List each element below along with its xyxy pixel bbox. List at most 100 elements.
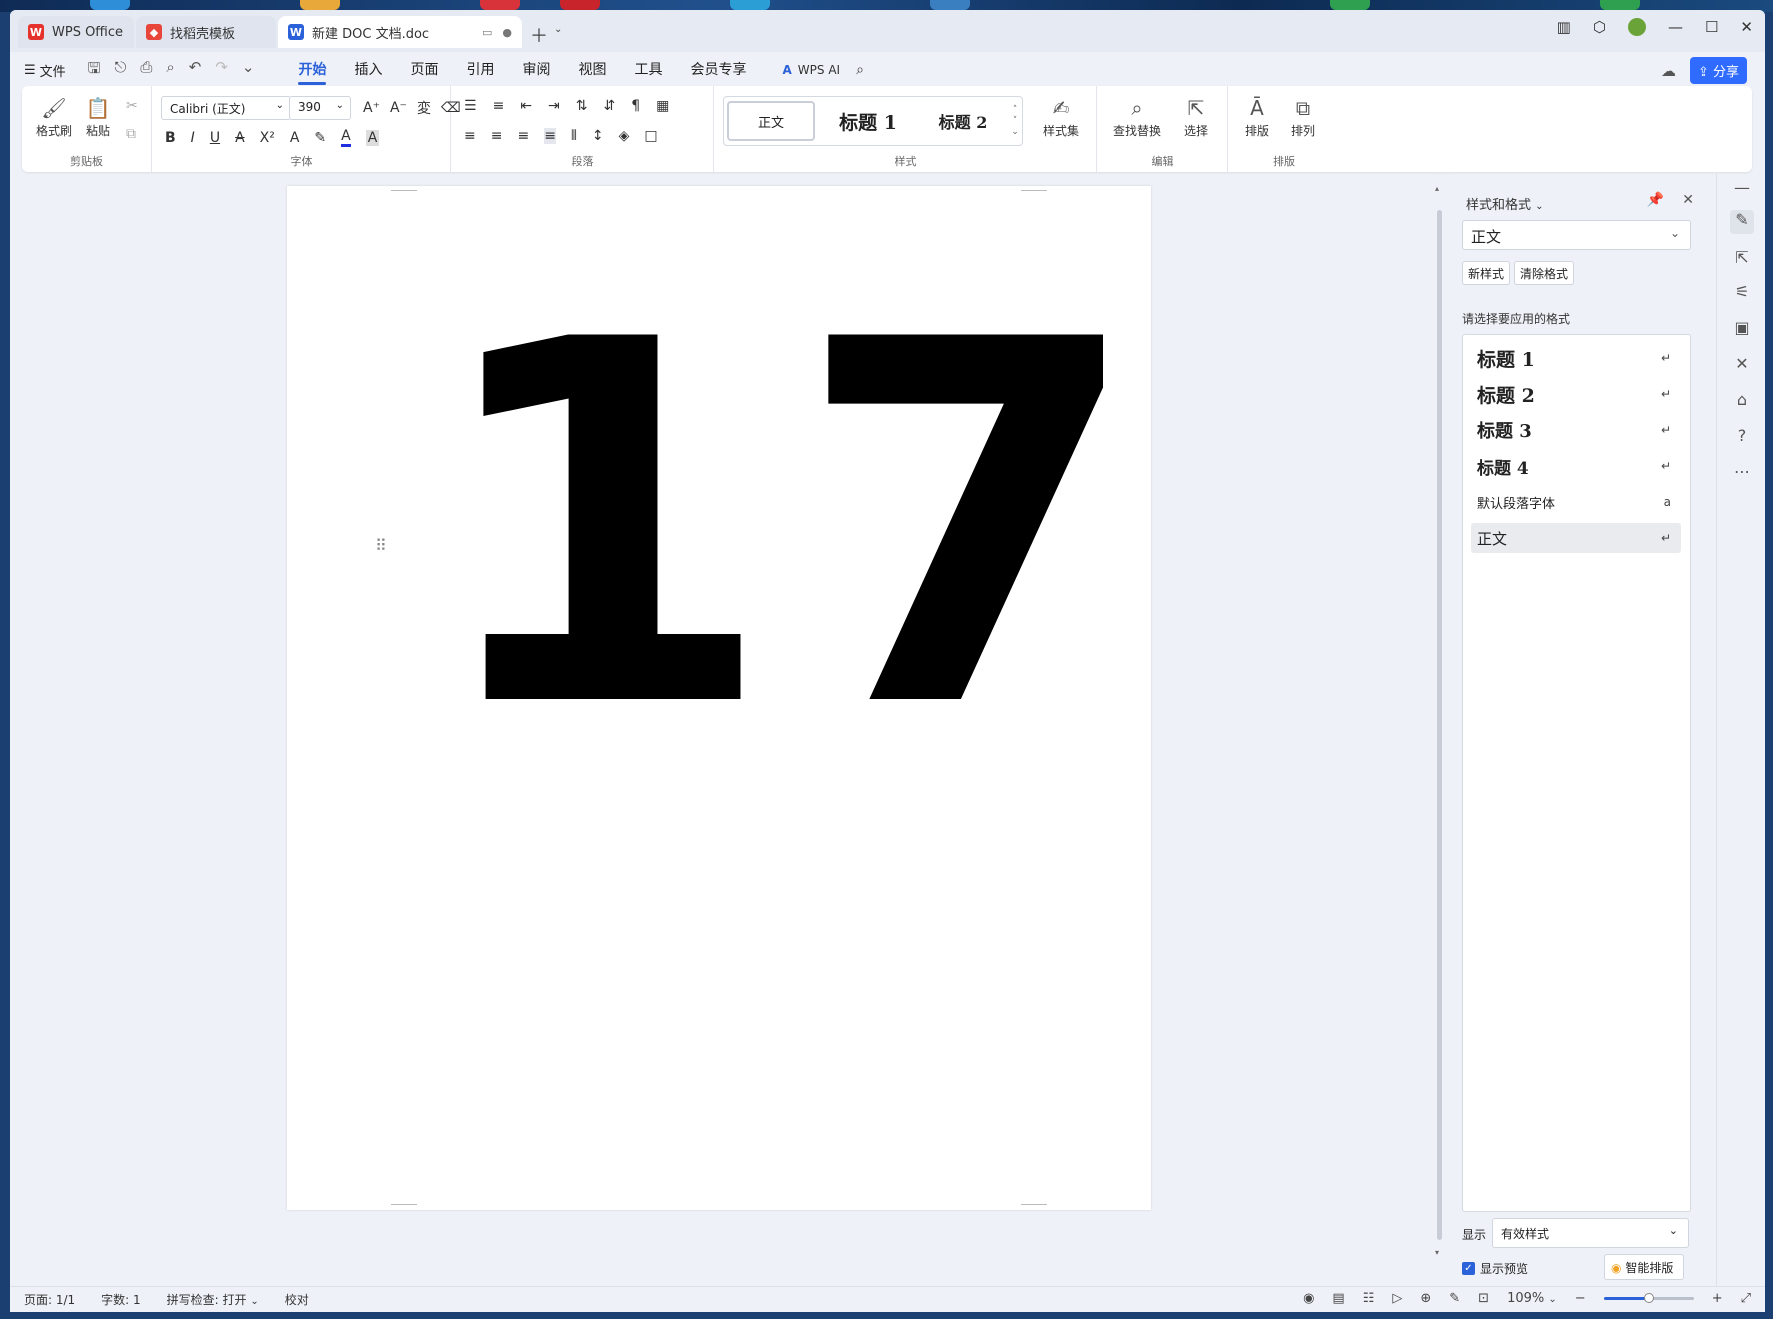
table-borders-icon[interactable]: ▦ [656,98,669,114]
fit-page-icon[interactable]: ⊡ [1478,1291,1489,1306]
undo-icon[interactable]: ↶ [189,58,202,83]
increase-indent-icon[interactable]: ⇥ [548,98,560,114]
panel-title[interactable]: 样式和格式 ⌄ [1466,194,1544,213]
save-icon[interactable]: 🖫 [88,58,101,83]
close-icon[interactable]: ✕ [1740,18,1753,36]
customize-chevron-icon[interactable]: ⌄ [242,58,255,83]
document-page[interactable]: ⠿ 17 [287,186,1151,1210]
help-icon[interactable]: ? [1730,426,1754,450]
clear-format-button[interactable]: 清除格式 [1514,261,1575,285]
bold-icon[interactable]: B [165,130,176,146]
align-left-icon[interactable]: ≡ [464,128,476,144]
new-style-button[interactable]: 新样式 [1462,261,1511,285]
image-icon[interactable]: ▣ [1730,318,1754,342]
web-view-icon[interactable]: ⊕ [1420,1291,1431,1306]
tab-docer[interactable]: ◆ 找稻壳模板 [136,16,276,48]
drag-handle-icon[interactable]: ⠿ [375,536,387,555]
typeset-button[interactable]: Ā 排版 [1237,96,1277,139]
border-icon[interactable]: □ [644,128,657,144]
show-preview-checkbox[interactable]: ✓ 显示预览 [1462,1260,1528,1277]
style-gallery-heading2[interactable]: 标题 2 [918,101,1008,141]
style-gallery-heading1[interactable]: 标题 1 [818,101,918,141]
scroll-track[interactable] [1437,210,1442,1240]
shirt-icon[interactable]: ⌂ [1730,390,1754,414]
unsaved-dot-icon[interactable]: ● [502,26,512,39]
style-item-heading4[interactable]: 标题 4 ↵ [1471,451,1681,481]
layout-icon[interactable]: ▥ [1557,18,1571,36]
font-size-select[interactable]: 390 ⌄ [289,96,351,120]
tab-tools[interactable]: 工具 [620,52,676,88]
decrease-indent-icon[interactable]: ⇤ [520,98,532,114]
style-item-heading1[interactable]: 标题 1 ↵ [1471,343,1681,373]
collapse-icon[interactable]: — [1730,178,1754,202]
style-item-heading2[interactable]: 标题 2 ↵ [1471,379,1681,409]
strikethrough-icon[interactable]: A [235,130,245,146]
page-view-icon[interactable]: ▤ [1332,1291,1344,1306]
pen-icon[interactable]: ✎ [1449,1291,1460,1306]
pin-icon[interactable]: 📌 [1647,192,1664,208]
chevron-down-icon[interactable]: ⌄ [554,24,562,35]
distribute-icon[interactable]: ⫴ [571,128,577,144]
smart-layout-button[interactable]: ◉ 智能排版 [1604,1254,1684,1280]
tab-view[interactable]: 视图 [564,52,620,88]
paste-button[interactable]: 📋 粘贴 [78,96,118,139]
tab-member[interactable]: 会员专享 [676,52,760,88]
line-spacing-icon[interactable]: ↕ [592,128,604,144]
minimize-icon[interactable]: — [1668,18,1683,36]
gallery-scroll-icon[interactable]: ˄ ˅ ⌄ [1008,105,1022,138]
cube-icon[interactable]: ⬡ [1593,18,1606,36]
select-button[interactable]: ⇱ 选择 [1176,96,1216,139]
shrink-font-icon[interactable]: A⁻ [390,100,407,116]
search-icon[interactable]: ⌕ [856,62,864,78]
outline-view-icon[interactable]: ☷ [1363,1291,1375,1306]
tab-document[interactable]: W 新建 DOC 文档.doc ▭ ● [278,16,522,48]
fullscreen-icon[interactable]: ⤢ [1741,1291,1751,1306]
export-icon[interactable]: ⎋ [114,58,126,83]
avatar[interactable] [1627,18,1646,36]
copy-icon[interactable]: ⧉ [126,126,136,142]
style-brush-icon[interactable]: ✎ [1730,210,1754,234]
cut-icon[interactable]: ✂ [126,98,138,114]
arrange-button[interactable]: ⧉ 排列 [1283,96,1323,139]
scroll-up-icon[interactable]: ▴ [1435,184,1439,193]
page-count[interactable]: 页面: 1/1 [24,1291,75,1308]
font-family-select[interactable]: Calibri (正文) ⌄ [161,96,291,120]
superscript-icon[interactable]: X² [260,130,275,146]
char-shading-icon[interactable]: A [365,129,380,146]
format-painter-button[interactable]: 🖌 格式刷 [34,96,74,139]
play-icon[interactable]: ▷ [1392,1291,1402,1306]
align-right-icon[interactable]: ≡ [517,128,529,144]
tab-insert[interactable]: 插入 [340,52,396,88]
font-color-icon[interactable]: A [341,128,351,147]
zoom-slider[interactable] [1603,1293,1694,1303]
wps-ai-button[interactable]: A WPS AI ⌕ [782,62,863,78]
word-count[interactable]: 字数: 1 [101,1291,141,1308]
redo-icon[interactable]: ↷ [215,58,228,83]
italic-icon[interactable]: I [191,130,195,146]
underline-icon[interactable]: U [210,130,220,146]
tab-references[interactable]: 引用 [452,52,508,88]
scroll-down-icon[interactable]: ▾ [1435,1248,1439,1257]
spell-check-toggle[interactable]: 拼写检查: 打开 ⌄ [167,1291,259,1308]
show-filter-select[interactable]: 有效样式 ⌄ [1492,1218,1689,1248]
text-direction-icon[interactable]: ⇅ [576,98,588,114]
more-icon[interactable]: ⋯ [1730,462,1754,486]
file-menu[interactable]: ☰ 文件 [24,61,66,80]
align-center-icon[interactable]: ≡ [491,128,503,144]
proofread-button[interactable]: 校对 [285,1291,309,1308]
maximize-icon[interactable]: ☐ [1705,18,1718,36]
sort-icon[interactable]: ⇵ [604,98,616,114]
zoom-slider-knob[interactable] [1643,1293,1654,1303]
numbered-list-icon[interactable]: ≡ [493,98,505,114]
text-effect-icon[interactable]: A [290,130,300,146]
show-marks-icon[interactable]: ¶ [631,98,640,114]
print-icon[interactable]: ⎙ [140,58,152,83]
tools-icon[interactable]: ✕ [1730,354,1754,378]
document-text[interactable]: 17 [427,276,1163,776]
new-tab-icon[interactable]: ＋ [530,22,548,48]
adjust-icon[interactable]: ⚟ [1730,282,1754,306]
screen-icon[interactable]: ▭ [482,26,492,39]
tab-review[interactable]: 审阅 [508,52,564,88]
shading-icon[interactable]: ◈ [619,128,630,144]
cloud-icon[interactable]: ☁ [1661,62,1676,80]
